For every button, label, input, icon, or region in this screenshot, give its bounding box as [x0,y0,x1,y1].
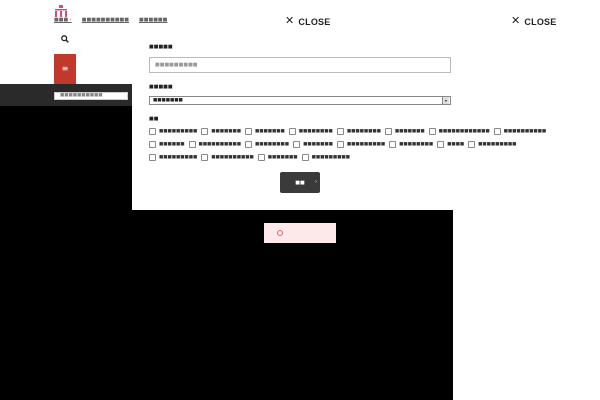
outer-close-button[interactable]: ✕ CLOSE [511,16,556,27]
notice-box [264,223,336,243]
checkbox[interactable] [384,128,392,135]
checkbox-option[interactable]: ■■■■■■■ [293,141,333,148]
close-button[interactable]: ✕ CLOSE [285,16,330,27]
checkbox-option[interactable]: ■■■■■■■■■ [301,154,350,161]
category-select-value: ■■■■■■■ [153,98,183,103]
checkbox-option[interactable]: ■■■■■■■■■ [149,154,197,161]
chevron-down-icon: ▾ [442,97,449,104]
checkbox-option[interactable]: ■■■■■■■ [245,128,285,135]
checkbox-option[interactable]: ■■■■■■■■ [288,128,333,135]
checkbox[interactable] [201,154,209,161]
checkbox[interactable] [188,141,196,148]
search-button[interactable] [58,33,72,45]
checkbox[interactable] [468,141,476,148]
checkbox-option[interactable]: ■■■■■■■ [384,128,425,135]
checkbox[interactable] [201,128,209,135]
close-label: CLOSE [524,16,557,27]
checkbox-option[interactable]: ■■■■■■■ [201,128,241,135]
checkbox[interactable] [149,141,156,148]
checkbox-option[interactable]: ■■■■■■■■ [336,128,381,135]
category-label: ■■■■■ [149,84,173,90]
info-icon [277,230,283,236]
checkbox-option[interactable]: ■■■■■■■■■■ [188,141,241,148]
search-submit-button[interactable]: ■■ › [280,172,320,193]
checkbox[interactable] [293,141,301,148]
checkbox-row: ■■■■■■■■■ ■■■■■■■■■■ ■■■■■■■ ■■■■■■■■■ [149,154,350,161]
checkbox[interactable] [301,154,309,161]
checkbox[interactable] [149,154,156,161]
checkbox[interactable] [257,154,265,161]
hamburger-icon: ≡ [61,64,69,73]
top-nav: ■■■ › ■■■■■■■■■■ ■■■■■■ [54,16,167,24]
checkbox-row: ■■■■■■ ■■■■■■■■■■ ■■■■■■■■ ■■■■■■■ ■■■■■… [149,141,516,148]
checkbox[interactable] [288,128,296,135]
checkbox-option[interactable]: ■■■■■■■■■■ [201,154,254,161]
close-icon: ✕ [511,15,521,27]
checkbox[interactable] [336,128,344,135]
checkbox-row: ■■■■■■■■■ ■■■■■■■ ■■■■■■■ ■■■■■■■■ ■■■■■… [149,128,546,135]
checkbox-option[interactable]: ■■■■■■■■■ [468,141,516,148]
chevron-right-icon: › [315,179,317,185]
close-icon: ✕ [285,15,295,27]
checkbox[interactable] [245,141,253,148]
keyword-label: ■■■■■ [149,44,173,50]
checkbox-option[interactable]: ■■■■■■■■■■ [493,128,546,135]
checkbox[interactable] [428,128,436,135]
checkbox-option[interactable]: ■■■■■■■■■■■■ [428,128,490,135]
checkbox-option[interactable]: ■■■■■■■■■ [149,128,197,135]
nav-link[interactable]: ■■■■■■■■■■ [82,17,129,23]
close-label: CLOSE [298,16,331,27]
sidebar-search-input[interactable]: ■■■■■■■■■■ [54,92,128,100]
tags-label: ■■ [149,116,159,122]
keyword-input[interactable]: ■■■■■■■■■ [149,57,451,73]
checkbox-option[interactable]: ■■■■■■■ [257,154,298,161]
checkbox[interactable] [437,141,445,148]
site-logo[interactable] [54,2,68,17]
checkbox-option[interactable]: ■■■■■■■■■ [336,141,385,148]
checkbox-option[interactable]: ■■■■■■ [149,141,185,148]
submit-label: ■■ [295,179,305,186]
menu-button[interactable]: ≡ [54,54,76,84]
checkbox-option[interactable]: ■■■■ [437,141,464,148]
checkbox[interactable] [245,128,253,135]
checkbox-option[interactable]: ■■■■■■■■ [245,141,289,148]
checkbox[interactable] [389,141,397,148]
checkbox[interactable] [493,128,501,135]
nav-link[interactable]: ■■■ › [54,17,72,23]
category-select[interactable]: ■■■■■■■ ▾ [149,96,451,105]
checkbox[interactable] [149,128,156,135]
search-icon [61,35,69,43]
checkbox[interactable] [336,141,344,148]
checkbox-option[interactable]: ■■■■■■■■ [389,141,433,148]
nav-link[interactable]: ■■■■■■ [139,17,167,23]
